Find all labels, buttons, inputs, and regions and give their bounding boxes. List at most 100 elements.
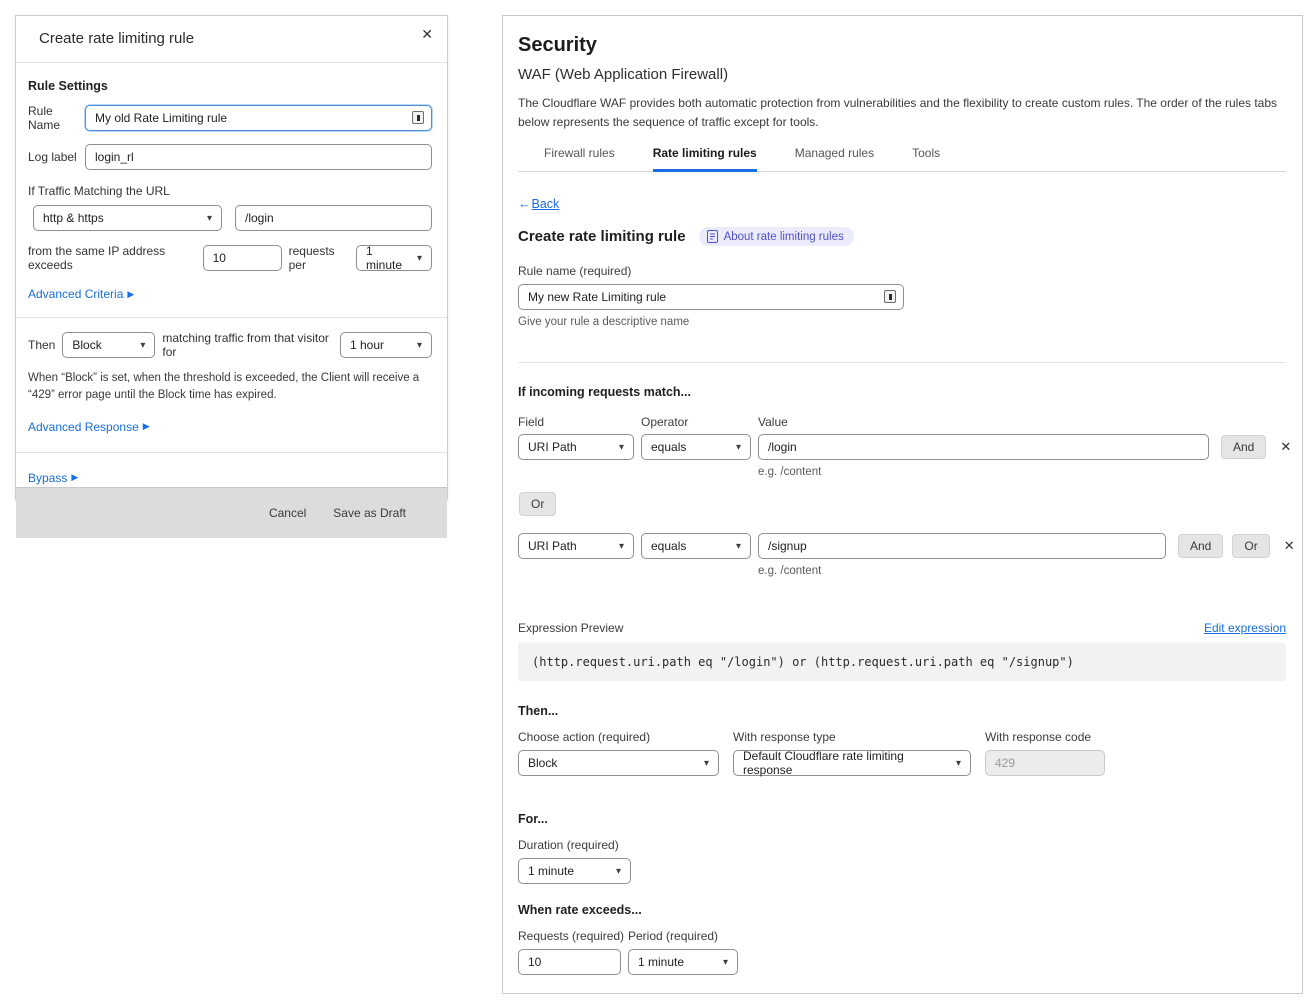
for-section-heading: For... [518,812,1286,826]
then-controls: Block ▾ Default Cloudflare rate limiting… [518,750,1286,776]
divider [16,317,447,318]
chevron-down-icon: ▾ [736,442,741,453]
period-select[interactable]: 1 minute ▾ [356,245,432,271]
value-column-label: Value [758,415,788,429]
value-hint: e.g. /content [758,565,1286,577]
modal-body: Rule Settings Rule Name Log label If Tra… [16,63,447,436]
rule-name-label: Rule name (required) [518,264,1286,278]
then-section-heading: Then... [518,704,1286,718]
period-label: Period (required) [628,929,718,943]
condition-column-labels: Field Operator Value [518,415,1286,429]
bypass-section: Bypass ▶ [16,453,447,487]
rule-name-input[interactable] [518,284,904,310]
cancel-button[interactable]: Cancel [269,506,306,520]
operator-column-label: Operator [641,415,758,429]
expression-preview-label: Expression Preview [518,621,623,635]
response-type-label: With response type [733,730,971,744]
and-button[interactable]: And [1221,435,1266,459]
requests-input[interactable] [518,949,621,975]
modal-title: Create rate limiting rule [39,30,194,47]
operator-select[interactable]: equals ▾ [641,533,751,559]
chevron-down-icon: ▾ [736,541,741,552]
document-icon [707,230,718,243]
remove-condition-icon[interactable]: ✕ [1280,434,1291,460]
response-code-input: 429 [985,750,1105,776]
log-label-label: Log label [28,150,85,164]
edit-expression-link[interactable]: Edit expression [1204,621,1286,635]
chevron-down-icon: ▾ [723,957,728,968]
condition-row: URI Path ▾ equals ▾ And ✕ [518,434,1286,460]
tab-rate-limiting-rules[interactable]: Rate limiting rules [653,146,757,172]
field-select[interactable]: URI Path ▾ [518,434,634,460]
rate-section-heading: When rate exceeds... [518,903,1286,917]
action-select[interactable]: Block ▾ [62,332,155,358]
close-icon[interactable]: ✕ [421,26,433,43]
field-select[interactable]: URI Path ▾ [518,533,634,559]
remove-condition-icon[interactable]: ✕ [1284,533,1295,559]
tab-managed-rules[interactable]: Managed rules [795,146,874,172]
action-select[interactable]: Block ▾ [518,750,719,776]
modal-footer: Cancel Save as Draft [16,487,447,538]
value-hint: e.g. /content [758,466,1286,478]
matching-text: matching traffic from that visitor for [162,331,333,359]
page-subtitle: WAF (Web Application Firewall) [518,66,1286,83]
back-link[interactable]: Back [532,197,560,211]
response-type-select[interactable]: Default Cloudflare rate limiting respons… [733,750,971,776]
chevron-down-icon: ▾ [417,253,422,264]
rule-name-row: Rule Name [28,104,432,132]
threshold-row: from the same IP address exceeds request… [28,244,432,272]
or-button[interactable]: Or [1232,534,1269,558]
autofill-icon[interactable] [412,111,424,124]
response-code-label: With response code [985,730,1105,744]
condition-row: URI Path ▾ equals ▾ And Or ✕ [518,533,1286,559]
or-button[interactable]: Or [519,492,556,516]
advanced-criteria-link[interactable]: Advanced Criteria ▶ [28,287,134,301]
chevron-down-icon: ▾ [704,758,709,769]
waf-description: The Cloudflare WAF provides both automat… [518,94,1286,131]
rate-controls: 1 minute ▾ [518,949,1286,975]
period-select[interactable]: 1 minute ▾ [628,949,738,975]
duration-label: Duration (required) [518,838,1286,852]
then-row: Then Block ▾ matching traffic from that … [28,331,432,359]
tab-tools[interactable]: Tools [912,146,940,172]
disclosure-icon: ▶ [143,421,150,432]
back-arrow-icon: ← [518,197,531,211]
advanced-response-link[interactable]: Advanced Response ▶ [28,420,150,434]
scheme-select[interactable]: http & https ▾ [33,205,222,231]
chevron-down-icon: ▾ [417,340,422,351]
tab-firewall-rules[interactable]: Firewall rules [544,146,615,172]
back-row: ←Back [518,197,1286,211]
chevron-down-icon: ▾ [140,340,145,351]
divider [518,362,1286,363]
traffic-matching-heading: If Traffic Matching the URL [28,184,432,198]
chevron-down-icon: ▾ [616,866,621,877]
block-duration-select[interactable]: 1 hour ▾ [340,332,432,358]
requests-label: Requests (required) [518,929,628,943]
exceeds-text: from the same IP address exceeds [28,244,196,272]
autofill-icon[interactable] [884,290,896,303]
duration-select[interactable]: 1 minute ▾ [518,858,631,884]
value-input[interactable] [758,533,1166,559]
log-label-input[interactable] [85,144,432,170]
about-rate-limiting-badge[interactable]: About rate limiting rules [699,227,854,246]
then-labels: Choose action (required) With response t… [518,730,1286,744]
operator-select[interactable]: equals ▾ [641,434,751,460]
chevron-down-icon: ▾ [619,442,624,453]
chevron-down-icon: ▾ [207,213,212,224]
bypass-link[interactable]: Bypass ▶ [28,471,78,485]
waf-tabs: Firewall rules Rate limiting rules Manag… [518,146,1286,172]
rule-name-helper: Give your rule a descriptive name [518,316,1286,328]
choose-action-label: Choose action (required) [518,730,719,744]
form-title: Create rate limiting rule [518,228,686,245]
save-as-draft-button[interactable]: Save as Draft [333,506,406,520]
url-match-row: http & https ▾ [33,205,432,231]
expression-preview-code: (http.request.uri.path eq "/login") or (… [518,643,1286,681]
rule-name-input[interactable] [85,105,432,131]
value-input[interactable] [758,434,1209,460]
requests-threshold-input[interactable] [203,245,282,271]
url-pattern-input[interactable] [235,205,432,231]
then-label: Then [28,338,55,352]
and-button[interactable]: And [1178,534,1223,558]
requests-per-text: requests per [289,244,349,272]
expression-preview-header: Expression Preview Edit expression [518,621,1286,635]
